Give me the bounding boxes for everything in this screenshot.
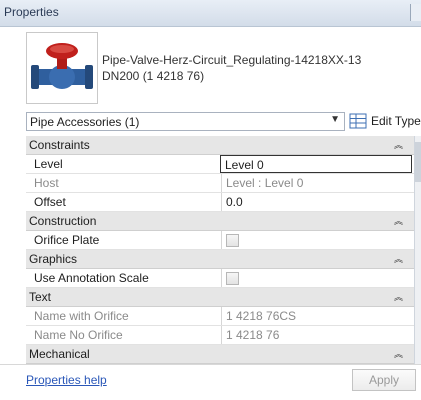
double-chevron-up-icon[interactable]: ︽ — [394, 290, 403, 303]
level-field[interactable]: Level 0 — [220, 155, 412, 173]
property-label: Host — [34, 176, 59, 190]
name-no-orifice-value: 1 4218 76 — [221, 326, 415, 344]
double-chevron-up-icon[interactable]: ︽ — [394, 347, 403, 360]
group-graphics[interactable]: Graphics ︽ — [26, 250, 415, 269]
category-selector[interactable]: Pipe Accessories (1) ▼ — [26, 112, 345, 131]
group-label: Text — [29, 290, 52, 304]
group-mechanical[interactable]: Mechanical ︽ — [26, 345, 415, 364]
property-row-host: Host Level : Level 0 — [26, 174, 415, 193]
panel-edge-handle[interactable] — [410, 4, 421, 21]
host-value: Level : Level 0 — [221, 174, 415, 192]
name-with-orifice-value: 1 4218 76CS — [221, 307, 415, 325]
scrollbar-thumb[interactable] — [415, 142, 421, 182]
property-row-orifice-plate[interactable]: Orifice Plate — [26, 231, 415, 250]
valve-thumbnail — [26, 32, 98, 104]
property-row-name-with-orifice: Name with Orifice 1 4218 76CS — [26, 307, 415, 326]
edit-type-icon — [349, 113, 367, 129]
group-label: Construction — [29, 214, 97, 228]
group-label: Mechanical — [29, 347, 90, 361]
group-label: Graphics — [29, 252, 78, 266]
chevron-down-icon[interactable]: ▼ — [330, 114, 340, 125]
type-preview: Pipe-Valve-Herz-Circuit_Regulating-14218… — [26, 30, 421, 107]
properties-help-link[interactable]: Properties help — [26, 373, 107, 387]
group-construction[interactable]: Construction ︽ — [26, 212, 415, 231]
property-row-name-no-orifice: Name No Orifice 1 4218 76 — [26, 326, 415, 345]
group-label: Constraints — [29, 138, 90, 152]
property-row-offset[interactable]: Offset 0.0 — [26, 193, 415, 212]
property-label: Name with Orifice — [34, 309, 129, 323]
type-name-line2: DN200 (1 4218 76) — [102, 69, 205, 83]
apply-button[interactable]: Apply — [352, 369, 416, 391]
double-chevron-up-icon[interactable]: ︽ — [394, 252, 403, 265]
title-bar: Properties — [0, 0, 421, 27]
valve-image — [31, 43, 93, 89]
double-chevron-up-icon[interactable]: ︽ — [394, 138, 403, 151]
vertical-scrollbar[interactable] — [414, 136, 421, 364]
offset-field[interactable]: 0.0 — [221, 193, 415, 211]
type-name: Pipe-Valve-Herz-Circuit_Regulating-14218… — [102, 52, 361, 84]
property-label: Use Annotation Scale — [34, 271, 149, 285]
property-label: Level — [34, 157, 63, 171]
property-row-level[interactable]: Level Level 0 — [26, 155, 415, 174]
property-label: Offset — [34, 195, 66, 209]
category-selector-value: Pipe Accessories (1) — [30, 115, 140, 129]
property-row-use-annotation-scale[interactable]: Use Annotation Scale — [26, 269, 415, 288]
group-constraints[interactable]: Constraints ︽ — [26, 136, 415, 155]
footer: Properties help Apply — [0, 364, 421, 400]
group-text[interactable]: Text ︽ — [26, 288, 415, 307]
edit-type-label: Edit Type — [371, 114, 421, 128]
properties-grid: Constraints ︽ Level Level 0 Host Level :… — [26, 136, 415, 364]
double-chevron-up-icon[interactable]: ︽ — [394, 214, 403, 227]
window-title: Properties — [4, 5, 59, 19]
property-label: Orifice Plate — [34, 233, 100, 247]
use-annotation-scale-checkbox[interactable] — [226, 272, 239, 285]
orifice-plate-checkbox[interactable] — [226, 234, 239, 247]
property-label: Name No Orifice — [34, 328, 123, 342]
type-name-line1: Pipe-Valve-Herz-Circuit_Regulating-14218… — [102, 53, 362, 67]
